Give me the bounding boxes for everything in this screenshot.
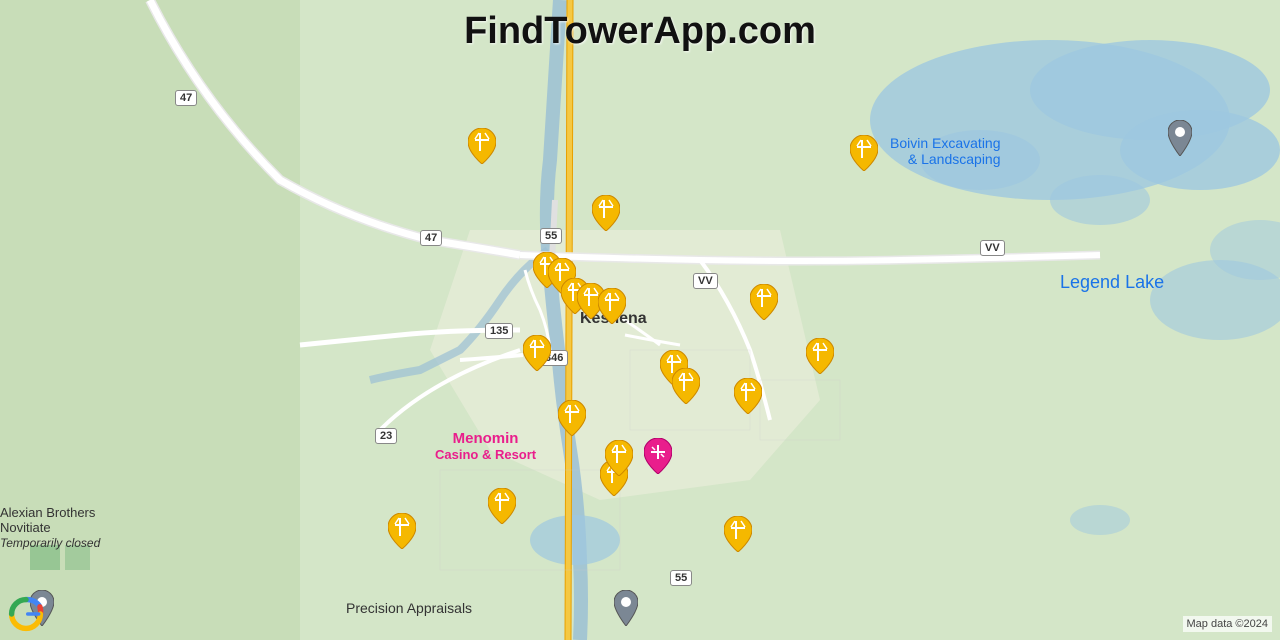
boivin-pin[interactable]	[1168, 120, 1192, 156]
road-badge-vvb: VV	[980, 240, 1005, 256]
tower-pin-11[interactable]	[672, 368, 700, 404]
tower-pin-17[interactable]	[488, 488, 516, 524]
tower-pin-1[interactable]	[468, 128, 496, 164]
tower-pin-14[interactable]	[734, 378, 762, 414]
alexian-name: Alexian BrothersNovitiateTemporarily clo…	[0, 505, 100, 550]
tower-pin-15[interactable]	[558, 400, 586, 436]
precision-pin[interactable]	[614, 590, 638, 626]
road-badge-135: 135	[485, 323, 513, 339]
tower-pin-19[interactable]	[388, 513, 416, 549]
search-location-pin[interactable]	[644, 438, 672, 474]
tower-pin-18[interactable]	[724, 516, 752, 552]
casino-name: Menomin	[435, 430, 536, 447]
tower-pin-casino[interactable]	[605, 440, 633, 476]
tower-pin-3[interactable]	[850, 135, 878, 171]
tower-pin-8[interactable]	[598, 288, 626, 324]
road-badge-47a: 47	[175, 90, 197, 106]
road-badge-vva: VV	[693, 273, 718, 289]
boivin-label[interactable]: Boivin Excavating& Landscaping	[890, 135, 1001, 167]
google-icon	[8, 596, 44, 632]
casino-sub: Casino & Resort	[435, 447, 536, 462]
casino-label[interactable]: Menomin Casino & Resort	[435, 430, 536, 462]
road-badge-47b: 47	[420, 230, 442, 246]
tower-pin-9[interactable]	[523, 335, 551, 371]
tower-pin-12[interactable]	[750, 284, 778, 320]
boivin-name: Boivin Excavating& Landscaping	[890, 135, 1001, 167]
google-logo	[8, 596, 44, 632]
road-badge-55a: 55	[540, 228, 562, 244]
legend-lake-label: Legend Lake	[1060, 272, 1164, 293]
tower-pin-2[interactable]	[592, 195, 620, 231]
map-attribution: Map data ©2024	[1183, 616, 1273, 632]
tower-pin-13[interactable]	[806, 338, 834, 374]
precision-label[interactable]: Precision Appraisals	[346, 600, 472, 616]
page-title: FindTowerApp.com	[464, 10, 816, 53]
map-container[interactable]: FindTowerApp.com 47 47 55 55 135 346 23 …	[0, 0, 1280, 640]
road-badge-23: 23	[375, 428, 397, 444]
road-badge-55b: 55	[670, 570, 692, 586]
alexian-label: Alexian BrothersNovitiateTemporarily clo…	[0, 505, 100, 550]
